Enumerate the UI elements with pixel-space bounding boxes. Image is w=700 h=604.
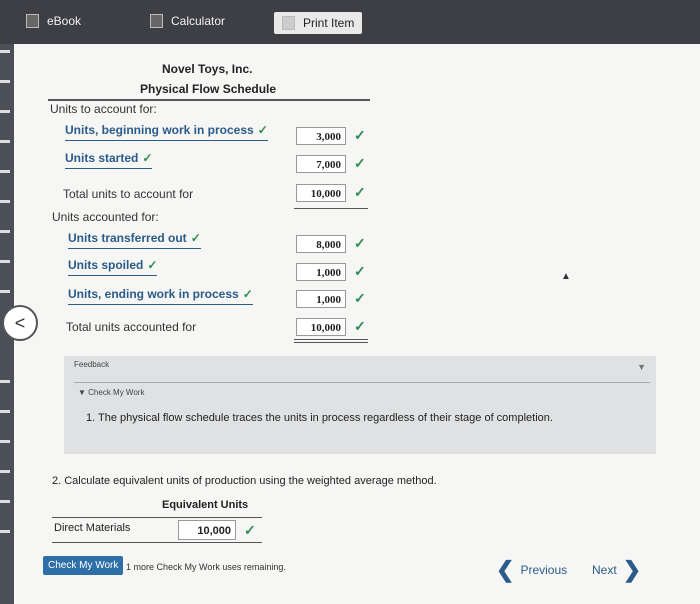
next-label: Next: [592, 563, 617, 577]
check-icon: ✓: [354, 127, 366, 143]
question-2-text: 2. Calculate equivalent units of product…: [52, 475, 437, 487]
top-toolbar: eBook Calculator Print Item: [0, 0, 700, 44]
direct-materials-field[interactable]: 10,000: [178, 520, 236, 540]
row-units-started-label[interactable]: Units started ✓: [65, 151, 153, 169]
previous-button[interactable]: ❮ Previous: [496, 557, 568, 582]
tab-ebook-label: eBook: [47, 14, 82, 28]
row-ending-wip-label[interactable]: Units, ending work in process ✓: [68, 287, 253, 305]
check-icon: ✓: [242, 287, 253, 301]
company-name: Novel Toys, Inc.: [162, 62, 253, 76]
feedback-text: 1. The physical flow schedule traces the…: [86, 412, 553, 424]
total-accounted-label: Total units accounted for: [66, 320, 197, 334]
row-beginning-wip-label[interactable]: Units, beginning work in process ✓: [65, 123, 268, 141]
tab-print-item-label: Print Item: [303, 16, 355, 30]
print-icon: [282, 16, 295, 30]
tab-ebook[interactable]: eBook: [26, 14, 81, 28]
chevron-right-icon: ❯: [622, 557, 642, 582]
equivalent-units-header: Equivalent Units: [162, 499, 249, 511]
mouse-cursor-icon: ▲: [561, 271, 571, 282]
check-icon: ✓: [354, 318, 366, 334]
next-button[interactable]: Next ❯: [592, 557, 642, 582]
units-spoiled-field[interactable]: 1,000: [296, 263, 346, 281]
check-icon: ✓: [354, 235, 366, 251]
check-icon: ✓: [257, 123, 268, 137]
check-icon: ✓: [354, 263, 366, 279]
total-to-account-label: Total units to account for: [63, 187, 194, 201]
check-icon: ✓: [354, 290, 366, 306]
header-rule: [48, 99, 370, 101]
check-icon: ✓: [244, 522, 256, 538]
total-to-account-field[interactable]: 10,000: [296, 184, 346, 202]
collapse-arrow-icon[interactable]: ▼: [637, 362, 646, 372]
previous-label: Previous: [520, 563, 568, 577]
calculator-icon: [150, 14, 163, 28]
eq-header-rule: [52, 517, 262, 518]
ending-wip-field[interactable]: 1,000: [296, 290, 346, 308]
total-double-underline-1: [294, 339, 368, 340]
feedback-panel: Feedback ▼ ▼ Check My Work 1. The physic…: [64, 356, 656, 454]
total-double-underline-2: [294, 342, 368, 343]
to-account-header: Units to account for:: [50, 102, 157, 116]
tab-print-item[interactable]: Print Item: [274, 12, 363, 34]
row-transferred-out-label[interactable]: Units transferred out ✓: [68, 231, 201, 249]
chevron-left-icon: ❮: [496, 557, 515, 582]
total-accounted-field[interactable]: 10,000: [296, 318, 346, 336]
tab-calculator-label: Calculator: [171, 14, 226, 28]
tab-calculator[interactable]: Calculator: [150, 14, 225, 28]
check-my-work-button[interactable]: Check My Work: [43, 556, 124, 575]
accounted-header: Units accounted for:: [52, 210, 159, 224]
check-icon: ✓: [354, 155, 366, 171]
remaining-uses-text: 1 more Check My Work uses remaining.: [126, 562, 286, 572]
feedback-divider: [74, 382, 650, 383]
transferred-out-field[interactable]: 8,000: [296, 235, 346, 253]
check-icon: ✓: [354, 184, 366, 200]
direct-materials-label: Direct Materials: [54, 522, 131, 534]
check-icon: ✓: [142, 151, 153, 165]
check-icon: ✓: [190, 231, 201, 245]
total-underline: [294, 208, 368, 209]
schedule-title: Physical Flow Schedule: [140, 82, 277, 96]
feedback-title: Feedback: [74, 360, 110, 369]
row-units-spoiled-label[interactable]: Units spoiled ✓: [68, 258, 158, 276]
units-started-field[interactable]: 7,000: [296, 155, 346, 173]
back-chevron-icon[interactable]: <: [2, 305, 38, 341]
check-my-work-toggle[interactable]: ▼ Check My Work: [78, 388, 144, 397]
beginning-wip-field[interactable]: 3,000: [296, 127, 346, 145]
eq-row-rule: [52, 542, 262, 543]
ebook-icon: [26, 14, 39, 28]
check-icon: ✓: [147, 258, 158, 272]
